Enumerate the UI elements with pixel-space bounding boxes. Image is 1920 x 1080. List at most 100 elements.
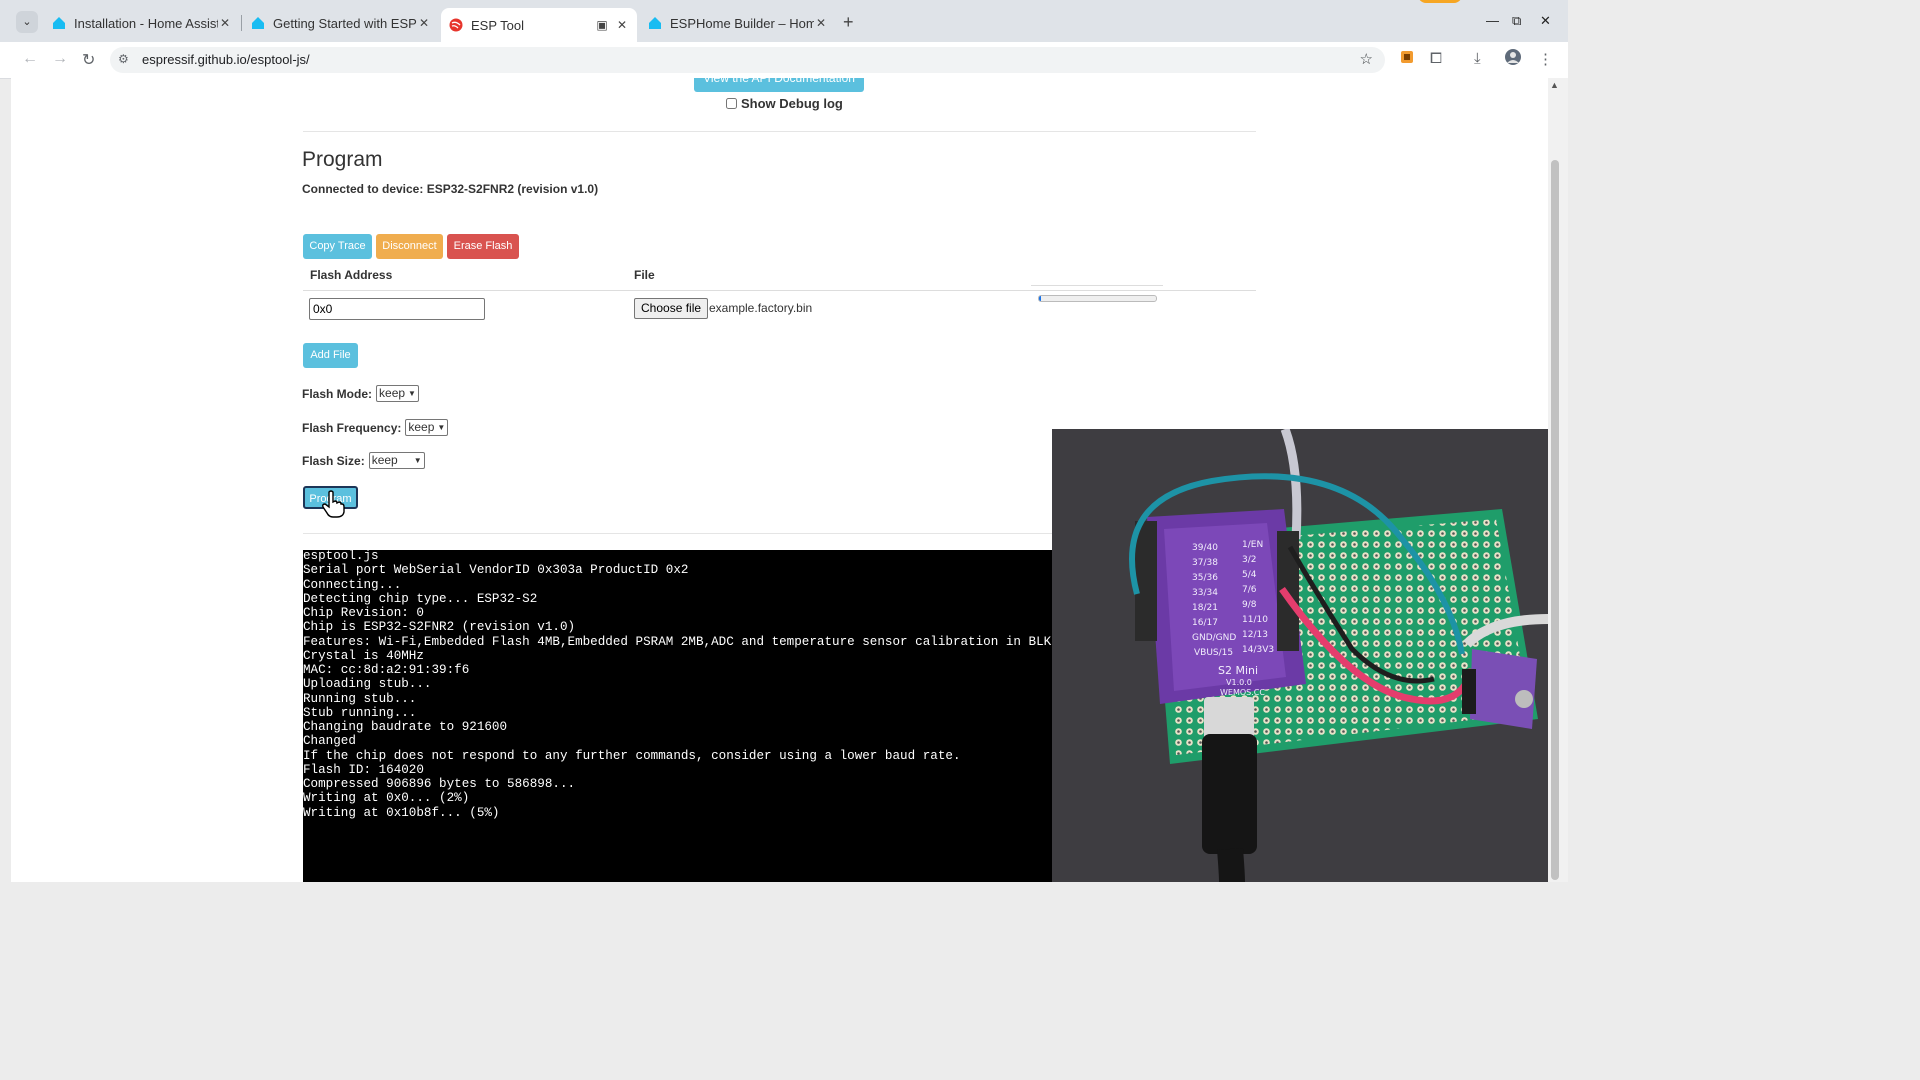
board-pin-label: 11/10 — [1242, 615, 1268, 625]
debug-log-toggle[interactable]: Show Debug log — [726, 96, 843, 111]
board-pin-label: 18/21 — [1192, 603, 1218, 613]
scrollbar-thumb[interactable] — [1551, 160, 1559, 880]
flash-size-value: keep — [371, 453, 398, 467]
close-icon[interactable]: ✕ — [615, 18, 629, 32]
arrow-left-icon: ← — [22, 50, 38, 67]
minimize-button[interactable]: — — [1486, 13, 1499, 28]
site-info-icon[interactable]: ⚙ — [118, 52, 129, 66]
tab-title: Getting Started with ESPHome — [273, 15, 417, 31]
board-photo: 39/40 37/38 35/36 33/34 18/21 16/17 GND/… — [1052, 429, 1548, 882]
board-model-label: S2 Mini — [1218, 664, 1258, 677]
board-pin-label: 39/40 — [1192, 543, 1218, 553]
debug-log-label: Show Debug log — [741, 96, 843, 111]
upload-progress-fill — [1039, 296, 1042, 301]
browser-toolbar: ← → ↻ ⚙ espressif.github.io/esptool-js/ … — [0, 42, 1568, 79]
terminal-line: Compressed 906896 bytes to 586898... — [303, 777, 576, 791]
choose-file-button[interactable]: Choose file — [634, 298, 709, 319]
flash-mode-value: keep — [379, 386, 406, 400]
section-title: Program — [302, 148, 383, 171]
minimize-icon: — — [1486, 13, 1499, 28]
terminal-line: Connecting... — [303, 577, 402, 592]
profile-avatar[interactable] — [1504, 48, 1522, 70]
tab-title: ESPHome Builder – Home Assistant — [670, 15, 814, 31]
tab-divider — [241, 15, 242, 31]
url-text: espressif.github.io/esptool-js/ — [142, 52, 310, 67]
address-bar[interactable]: ⚙ espressif.github.io/esptool-js/ ☆ — [110, 47, 1385, 73]
tab-getting-started[interactable]: Getting Started with ESPHome ✕ — [243, 8, 439, 38]
board-pin-label: GND/GND — [1192, 633, 1236, 643]
back-button[interactable]: ← — [22, 50, 38, 68]
flash-mode-select[interactable]: keep ▼ — [376, 385, 419, 402]
terminal-line: Writing at 0x0... (2%) — [303, 791, 470, 806]
flash-size-label: Flash Size: — [302, 453, 365, 468]
close-window-button[interactable]: ✕ — [1540, 13, 1551, 29]
flash-frequency-select[interactable]: keep ▼ — [405, 419, 449, 436]
tab-installation[interactable]: Installation - Home Assistant ✕ — [44, 8, 240, 38]
board-pin-label: 5/4 — [1242, 570, 1257, 580]
flash-size-select[interactable]: keep ▼ — [368, 452, 425, 469]
browser-tab-strip: ⌄ Installation - Home Assistant ✕ Gettin… — [0, 0, 1568, 42]
arrow-right-icon: → — [52, 50, 68, 67]
connected-device-text: Connected to device: ESP32-S2FNR2 (revis… — [302, 182, 599, 196]
chevron-down-icon: ▼ — [437, 423, 446, 432]
home-assistant-icon — [252, 17, 264, 29]
tab-search-button[interactable]: ⌄ — [16, 11, 38, 33]
new-tab-button[interactable]: + — [843, 12, 854, 33]
chevron-down-icon: ▼ — [408, 389, 416, 398]
flash-address-input[interactable] — [309, 298, 485, 320]
flash-frequency-label: Flash Frequency: — [302, 420, 402, 435]
download-icon[interactable]: ⤓ — [1474, 50, 1481, 67]
terminal-line: If the chip does not respond to any furt… — [303, 748, 961, 763]
terminal-line: Changing baudrate to 921600 — [303, 720, 508, 734]
profile-indicator — [1418, 0, 1462, 3]
plus-icon: + — [843, 12, 854, 32]
reload-button[interactable]: ↻ — [82, 50, 95, 70]
forward-button[interactable]: → — [52, 50, 68, 68]
terminal-line: Chip Revision: 0 — [303, 606, 424, 620]
terminal-line: Crystal is 40MHz — [303, 648, 424, 663]
board-pin-label: VBUS/15 — [1194, 648, 1233, 658]
bookmark-star-icon[interactable]: ☆ — [1360, 50, 1373, 68]
extension-icon[interactable] — [1400, 50, 1414, 68]
chevron-down-icon: ▼ — [413, 456, 422, 465]
terminal-line: esptool.js — [303, 550, 379, 563]
debug-log-checkbox[interactable] — [726, 98, 737, 109]
board-pin-label: 37/38 — [1192, 558, 1218, 568]
console-terminal[interactable]: esptool.js Serial port WebSerial VendorID… — [303, 550, 1063, 882]
terminal-line: MAC: cc:8d:a2:91:39:f6 — [303, 663, 470, 677]
flash-frequency-value: keep — [408, 420, 435, 434]
close-icon[interactable]: ✕ — [417, 16, 431, 30]
restore-icon: ⧉ — [1512, 13, 1522, 28]
add-file-button[interactable]: Add File — [303, 343, 358, 368]
selected-file-name: example.factory.bin — [709, 301, 813, 315]
erase-flash-button[interactable]: Erase Flash — [447, 234, 519, 259]
close-icon[interactable]: ✕ — [814, 16, 828, 30]
upload-progress-bar — [1038, 295, 1157, 302]
scroll-up-arrow-icon[interactable]: ▲ — [1550, 80, 1559, 90]
tab-esphome-builder[interactable]: ESPHome Builder – Home Assistant ✕ — [640, 8, 836, 38]
copy-trace-button[interactable]: Copy Trace — [303, 234, 372, 259]
disconnect-button[interactable]: Disconnect — [376, 234, 443, 259]
menu-kebab-icon[interactable]: ⋮ — [1538, 50, 1553, 68]
terminal-line: Running stub... — [303, 691, 417, 706]
api-documentation-button[interactable]: View the API Documentation — [694, 78, 864, 92]
flash-mode-row: Flash Mode: keep ▼ — [302, 385, 419, 402]
tab-title: ESP Tool — [471, 17, 525, 33]
terminal-line: Uploading stub... — [303, 677, 432, 692]
board-pin-label: 12/13 — [1242, 630, 1268, 640]
board-pin-label: 9/8 — [1242, 600, 1257, 610]
board-pin-label: 14/3V3 — [1242, 645, 1274, 655]
divider — [303, 131, 1256, 132]
flash-size-row: Flash Size: keep ▼ — [302, 452, 425, 469]
maximize-button[interactable]: ⧉ — [1512, 13, 1521, 29]
tab-esp-tool[interactable]: ESP Tool ▣ ✕ — [441, 8, 637, 42]
hand-cursor-icon — [322, 490, 345, 518]
divider — [1031, 285, 1163, 286]
terminal-line: Changed — [303, 734, 356, 749]
reader-mode-icon[interactable]: ▣ — [595, 18, 609, 32]
flash-mode-label: Flash Mode: — [302, 386, 373, 401]
webcam-video-overlay: 39/40 37/38 35/36 33/34 18/21 16/17 GND/… — [1052, 429, 1548, 882]
extensions-puzzle-icon[interactable]: ⧠ — [1430, 50, 1442, 67]
terminal-output: esptool.js Serial port WebSerial VendorID… — [303, 550, 1063, 820]
close-icon[interactable]: ✕ — [218, 16, 232, 30]
